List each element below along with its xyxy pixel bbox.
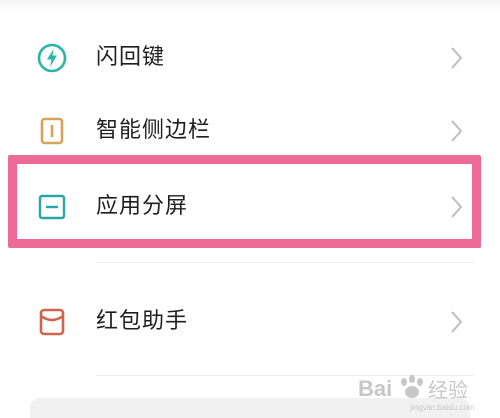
settings-screen: 闪回键 智能侧边栏 应用分屏 红包助手 Bai 经验 jingyan.baidu…	[0, 0, 500, 418]
menu-item-flashback-key[interactable]: 闪回键	[0, 27, 500, 89]
menu-item-label: 智能侧边栏	[96, 118, 212, 143]
svg-text:jingyan.baidu.com: jingyan.baidu.com	[409, 403, 475, 412]
chevron-right-icon	[451, 47, 463, 69]
menu-item-label: 闪回键	[96, 45, 166, 70]
menu-item-label: 红包助手	[96, 309, 189, 334]
chevron-right-icon	[451, 120, 463, 142]
sidebar-icon	[40, 117, 64, 145]
highlight-annotation	[8, 155, 481, 248]
divider	[96, 262, 474, 263]
svg-text:Bai: Bai	[358, 376, 392, 401]
lightning-circle-icon	[37, 43, 67, 73]
menu-item-red-envelope-assistant[interactable]: 红包助手	[0, 291, 500, 353]
menu-item-smart-sidebar[interactable]: 智能侧边栏	[0, 100, 500, 162]
chevron-right-icon	[451, 311, 463, 333]
red-envelope-icon	[39, 308, 65, 336]
baidu-jingyan-watermark: Bai 经验 jingyan.baidu.com	[358, 375, 475, 412]
svg-text:经验: 经验	[428, 378, 468, 402]
top-shadow	[0, 0, 500, 14]
